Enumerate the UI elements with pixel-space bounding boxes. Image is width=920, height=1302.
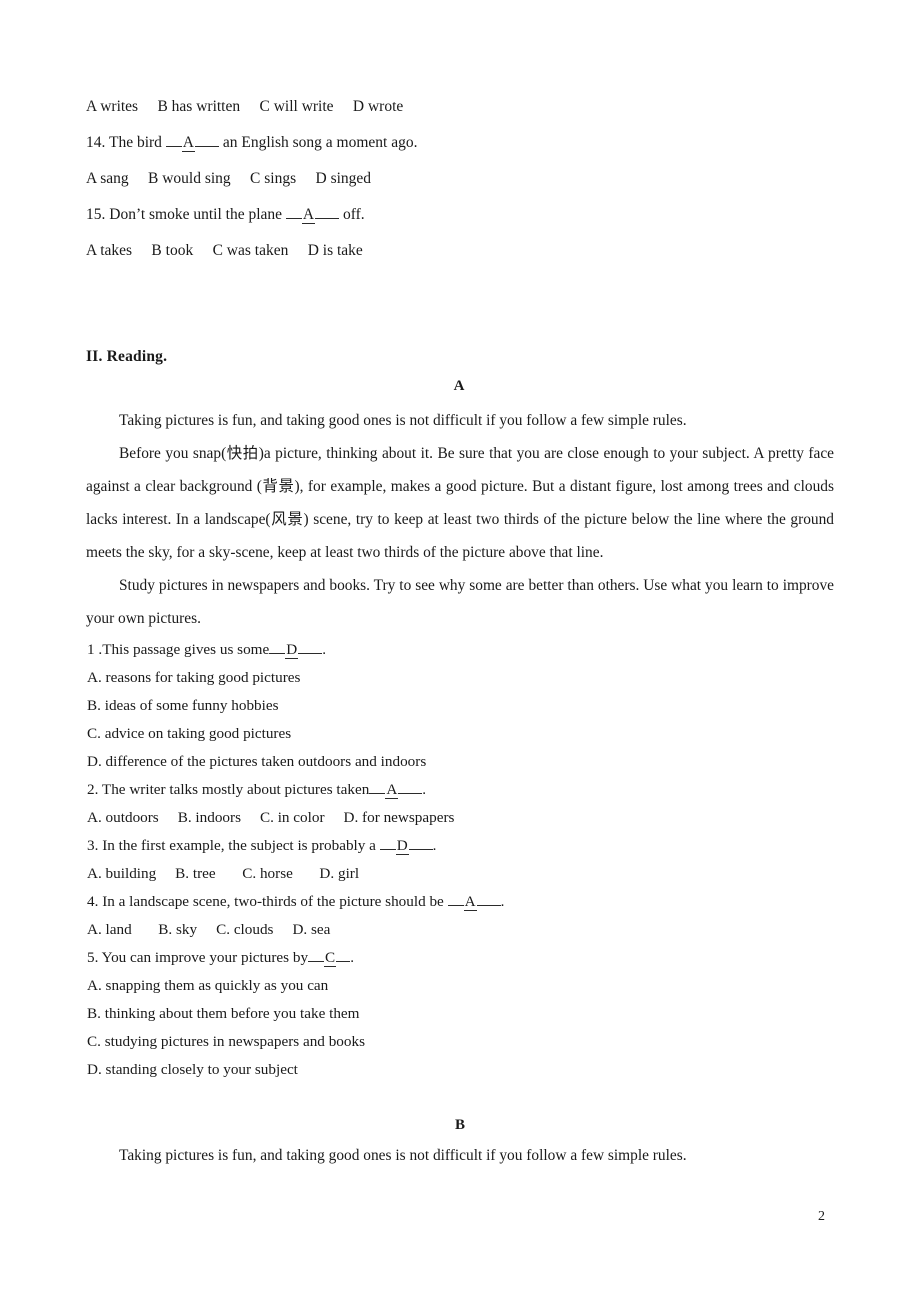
question-14-options: A sang B would sing C sings D singed (86, 170, 372, 187)
question-14-stem-suffix: an English song a moment ago. (219, 134, 418, 151)
blank-underline-left (369, 793, 386, 794)
question-stem-suffix: . (322, 641, 326, 658)
passage-a-label-text: A (453, 378, 465, 394)
blank-underline-left (269, 653, 286, 654)
passage-b-body: Taking pictures is fun, and taking good … (86, 1145, 834, 1167)
question-stem-text: 2. The writer talks mostly about picture… (87, 781, 370, 798)
question-stem-suffix: . (500, 893, 505, 910)
blank-underline-right (315, 218, 340, 219)
passage-b-paragraph-1: Taking pictures is fun, and taking good … (119, 1147, 687, 1164)
blank-underline-right (298, 653, 323, 654)
reading-question-5-option-d[interactable]: D. standing closely to your subject (87, 1060, 787, 1088)
reading-question-5-option-a[interactable]: A. snapping them as quickly as you can (87, 976, 787, 1004)
reading-question-2-answer[interactable]: A (385, 782, 399, 799)
question-stem-text: 3. In the first example, the subject is … (87, 837, 380, 854)
reading-question-5-answer[interactable]: C (324, 950, 337, 967)
reading-question-4-options[interactable]: A. land B. sky C. clouds D. sea (87, 920, 787, 948)
reading-question-1-option-d[interactable]: D. difference of the pictures taken outd… (87, 752, 787, 780)
reading-question-list: 1 .This passage gives us some D. A. reaso… (87, 640, 787, 1088)
blank-underline-left (308, 961, 325, 962)
reading-question-1-option-c[interactable]: C. advice on taking good pictures (87, 724, 787, 752)
reading-question-5-option-c[interactable]: C. studying pictures in newspapers and b… (87, 1032, 787, 1060)
reading-question-1-answer[interactable]: D (285, 642, 299, 659)
question-stem-text: 4. In a landscape scene, two-thirds of t… (87, 893, 448, 910)
blank-underline-right (408, 849, 433, 850)
reading-question-3-answer[interactable]: D (395, 838, 409, 855)
blank-underline-right (398, 793, 423, 794)
document-page: A writes B has written C will write D wr… (0, 0, 920, 1302)
question-14-stem-prefix: 14. The bird (86, 134, 166, 151)
question-13-options: A writes B has written C will write D wr… (86, 98, 404, 115)
passage-a-body: Taking pictures is fun, and taking good … (86, 404, 834, 635)
reading-question-1-option-a[interactable]: A. reasons for taking good pictures (87, 668, 787, 696)
blank-underline-right (336, 961, 351, 962)
question-stem-text: 1 .This passage gives us some (87, 641, 270, 658)
question-stem-suffix: . (422, 781, 427, 798)
blank-underline-left (165, 146, 182, 147)
passage-a-paragraph-3: Study pictures in newspapers and books. … (86, 577, 834, 627)
question-15-stem-prefix: 15. Don’t smoke until the plane (86, 206, 286, 223)
reading-question-1-option-b[interactable]: B. ideas of some funny hobbies (87, 696, 787, 724)
reading-question-5-option-b[interactable]: B. thinking about them before you take t… (87, 1004, 787, 1032)
question-15-stem-suffix: off. (339, 206, 365, 223)
grammar-questions-section: A writes B has written C will write D wr… (86, 96, 846, 276)
question-14-stem: 14. The bird A an English song a moment … (86, 132, 846, 168)
blank-underline-left (447, 905, 464, 906)
question-stem-suffix: . (432, 837, 437, 854)
reading-question-3-stem: 3. In the first example, the subject is … (87, 836, 787, 864)
question-15-answer[interactable]: A (301, 207, 316, 224)
question-14-answer[interactable]: A (181, 135, 195, 152)
question-15-options: A takes B took C was taken D is take (86, 242, 363, 259)
passage-b-label: B (0, 1117, 920, 1134)
blank-underline-left (285, 218, 302, 219)
passage-a-paragraph-1: Taking pictures is fun, and taking good … (119, 412, 687, 429)
reading-question-5-stem: 5. You can improve your pictures by C. (87, 948, 787, 976)
passage-a-paragraph-2: Before you snap(快拍)a picture, thinking a… (86, 445, 834, 561)
blank-underline-right (195, 146, 219, 147)
blank-underline-right (476, 905, 501, 906)
question-stem-suffix: . (350, 949, 354, 966)
reading-question-4-stem: 4. In a landscape scene, two-thirds of t… (87, 892, 787, 920)
reading-question-2-stem: 2. The writer talks mostly about picture… (87, 780, 787, 808)
reading-question-4-answer[interactable]: A (463, 894, 477, 911)
reading-question-1-stem: 1 .This passage gives us some D. (87, 640, 787, 668)
question-15-stem: 15. Don’t smoke until the plane A off. (86, 204, 846, 240)
page-number: 2 (818, 1209, 825, 1224)
blank-underline-left (379, 849, 396, 850)
reading-question-3-options[interactable]: A. building B. tree C. horse D. girl (87, 864, 787, 892)
passage-a-label: A (0, 378, 920, 395)
section-heading-reading: II. Reading. (86, 348, 168, 365)
reading-question-2-options[interactable]: A. outdoors B. indoors C. in color D. fo… (87, 808, 787, 836)
question-stem-text: 5. You can improve your pictures by (87, 949, 309, 966)
passage-b-label-text: B (454, 1117, 465, 1133)
